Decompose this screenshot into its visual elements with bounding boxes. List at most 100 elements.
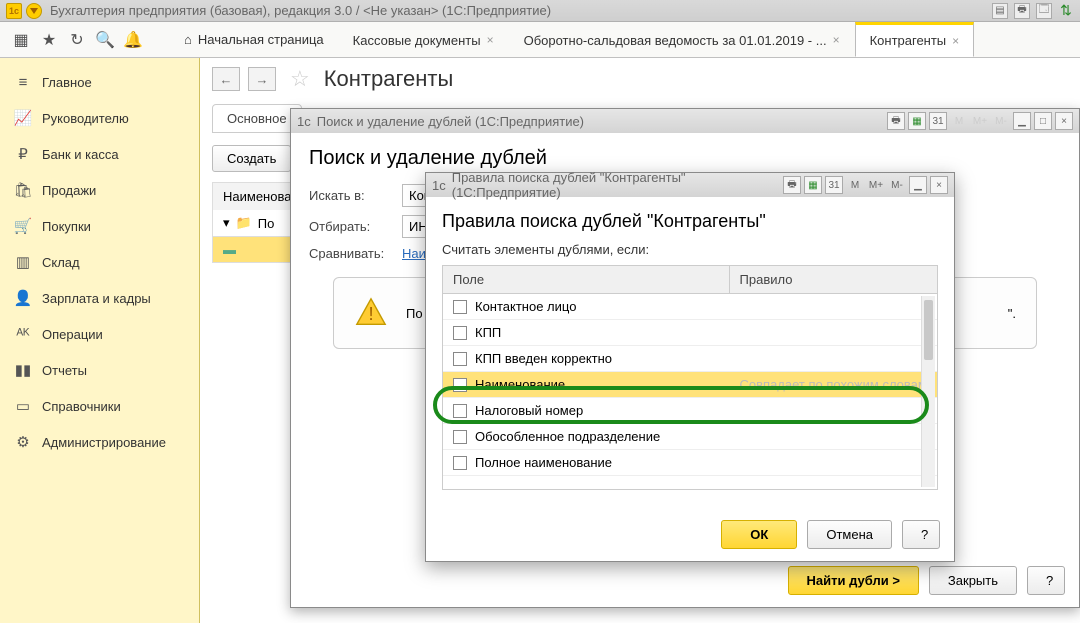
dialog-titlebar[interactable]: 1c Поиск и удаление дублей (1С:Предприят… [291,109,1079,133]
sidebar-item-manager[interactable]: 📈Руководителю [0,100,199,136]
help-button[interactable]: ? [1027,566,1065,595]
sidebar-item-admin[interactable]: ⚙Администрирование [0,424,199,460]
rules-row[interactable]: Контактное лицо [443,294,937,320]
maximize-icon[interactable]: □ [1034,112,1052,130]
help-button[interactable]: ? [902,520,940,549]
checkbox[interactable] [453,378,467,392]
sidebar-item-label: Зарплата и кадры [42,291,151,306]
forward-button[interactable]: → [248,67,276,91]
back-button[interactable]: ← [212,67,240,91]
sidebar-item-warehouse[interactable]: ▥Склад [0,244,199,280]
rule-value [730,424,937,449]
sidebar-item-payroll[interactable]: 👤 Зарплата и кадры [0,280,199,316]
rule-field-label: Контактное лицо [475,299,576,314]
tab-osv[interactable]: Оборотно-сальдовая ведомость за 01.01.20… [509,22,855,57]
grid-icon[interactable]: ▦ [908,112,926,130]
checkbox[interactable] [453,352,467,366]
close-button[interactable]: Закрыть [929,566,1017,595]
m-minus-button[interactable]: M- [992,112,1010,130]
cancel-button[interactable]: Отмена [807,520,892,549]
create-button[interactable]: Создать [212,145,291,172]
sidebar-item-catalogs[interactable]: ▭Справочники [0,388,199,424]
col-field[interactable]: Поле [443,266,730,293]
boxes-icon: ▥ [14,253,32,271]
tab-cash-docs[interactable]: Кассовые документы × [338,22,509,57]
star-icon[interactable]: ★ [38,29,60,51]
favorite-star-icon[interactable]: ☆ [290,66,310,92]
app-menu-dropdown[interactable] [26,3,42,19]
dialog-caption: Правила поиска дублей "Контрагенты" (1С:… [452,170,777,200]
warning-text: По [406,306,423,321]
logo-1c-icon: 1c [6,3,22,19]
rules-grid: Поле Правило Контактное лицо КППКПП введе… [442,265,938,490]
m-plus-button[interactable]: M+ [971,112,989,130]
minimize-icon[interactable]: ▁ [1013,112,1031,130]
m-minus-button[interactable]: M- [888,176,906,194]
bell-icon[interactable]: 🔔 [122,29,144,51]
checkbox[interactable] [453,430,467,444]
titlebar-icon-4[interactable]: ⇅ [1058,3,1074,19]
calendar-icon[interactable]: 31 [929,112,947,130]
rules-label: Считать элементы дублями, если: [442,242,938,257]
apps-grid-icon[interactable]: ▦ [10,29,32,51]
rules-row[interactable]: Полное наименование [443,450,937,476]
checkbox[interactable] [453,326,467,340]
ok-button[interactable]: ОК [721,520,797,549]
titlebar-icon-1[interactable]: ▤ [992,3,1008,19]
calendar-icon[interactable]: 31 [825,176,843,194]
titlebar-icon-2[interactable]: 🖶 [1014,3,1030,19]
print-icon[interactable]: 🖶 [783,176,801,194]
history-icon[interactable]: ↻ [66,29,88,51]
titlebar-icon-3[interactable]: 🗔 [1036,3,1052,19]
find-duplicates-button[interactable]: Найти дубли > [788,566,919,595]
sidebar-item-bank[interactable]: ₽Банк и касса [0,136,199,172]
grid-icon[interactable]: ▦ [804,176,822,194]
compare-link[interactable]: Наи [402,246,426,261]
search-in-label: Искать в: [309,188,394,203]
tab-contragents[interactable]: Контрагенты × [855,22,975,57]
folder-icon: 📁 [236,215,252,231]
person-icon: 👤 [14,289,32,307]
col-rule[interactable]: Правило [730,266,937,293]
tab-bar: ⌂ Начальная страница Кассовые документы … [170,22,974,57]
rules-row[interactable]: Обособленное подразделение [443,424,937,450]
scrollbar-thumb[interactable] [924,300,933,360]
sidebar-item-label: Операции [42,327,103,342]
close-icon[interactable]: × [487,33,494,47]
tab-label: Оборотно-сальдовая ведомость за 01.01.20… [524,33,827,48]
tab-home[interactable]: ⌂ Начальная страница [170,22,338,57]
checkbox[interactable] [453,300,467,314]
sidebar-item-sales[interactable]: 🛍Продажи [0,172,199,208]
sidebar-item-main[interactable]: ≡Главное [0,64,199,100]
app-titlebar: 1c Бухгалтерия предприятия (базовая), ре… [0,0,1080,22]
sidebar-item-operations[interactable]: ᴬᴷОперации [0,316,199,352]
checkbox[interactable] [453,456,467,470]
subtab-main[interactable]: Основное [212,104,302,133]
rules-row[interactable]: КПП введен корректно [443,346,937,372]
m-plus-button[interactable]: M+ [867,176,885,194]
dialog-titlebar[interactable]: 1c Правила поиска дублей "Контрагенты" (… [426,173,954,197]
svg-text:!: ! [368,303,373,324]
sidebar-item-reports[interactable]: ▮▮Отчеты [0,352,199,388]
tab-label: Кассовые документы [353,33,481,48]
close-icon[interactable]: × [930,176,948,194]
sidebar-item-purchases[interactable]: 🛒Покупки [0,208,199,244]
rules-row[interactable]: НаименованиеСовпадает по похожим словам [443,372,937,398]
dialog-title: Правила поиска дублей "Контрагенты" [442,211,938,232]
print-icon[interactable]: 🖶 [887,112,905,130]
tab-home-label: Начальная страница [198,32,324,47]
tab-label: Контрагенты [870,33,947,48]
checkbox[interactable] [453,404,467,418]
rules-row[interactable]: КПП [443,320,937,346]
m-button[interactable]: M [950,112,968,130]
page-title: Контрагенты [324,66,454,92]
minimize-icon[interactable]: ▁ [909,176,927,194]
sidebar-item-label: Отчеты [42,363,87,378]
close-icon[interactable]: × [1055,112,1073,130]
search-icon[interactable]: 🔍 [94,29,116,51]
close-icon[interactable]: × [833,33,840,47]
close-icon[interactable]: × [952,34,959,48]
m-button[interactable]: M [846,176,864,194]
scrollbar[interactable] [921,296,935,487]
rules-row[interactable]: Налоговый номер [443,398,937,424]
